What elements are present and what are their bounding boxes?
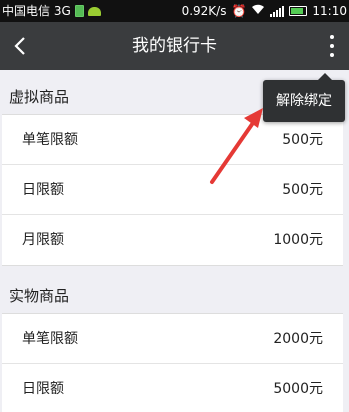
list-item: 月限额 1000元	[2, 215, 343, 265]
alarm-icon: ⏰	[231, 4, 247, 18]
limit-value: 500元	[282, 132, 323, 148]
limit-value: 2000元	[273, 331, 323, 347]
list-item: 日限额 500元	[2, 165, 343, 215]
more-menu-button[interactable]	[327, 35, 337, 57]
signal-icon	[270, 5, 285, 17]
clock: 11:10	[312, 4, 347, 18]
status-bar: 中国电信 3G 0.92K/s ⏰ 11:10	[0, 0, 349, 22]
android-icon	[87, 6, 101, 16]
list-item: 日限额 5000元	[2, 364, 343, 412]
limit-value: 500元	[282, 182, 323, 198]
list-item: 单笔限额 500元	[2, 115, 343, 165]
limits-card-physical: 单笔限额 2000元 日限额 5000元	[2, 313, 343, 412]
menu-item-unbind[interactable]: 解除绑定	[263, 80, 345, 122]
carrier-label: 中国电信 3G	[2, 4, 71, 18]
limit-label: 单笔限额	[22, 331, 78, 347]
nav-bar: 我的银行卡	[0, 22, 349, 70]
limit-label: 日限额	[22, 182, 64, 198]
list-item: 单笔限额 2000元	[2, 314, 343, 364]
net-speed: 0.92K/s	[181, 4, 227, 18]
popup-menu: 解除绑定	[263, 73, 345, 122]
limit-label: 单笔限额	[22, 132, 78, 148]
limit-value: 5000元	[273, 381, 323, 397]
limit-label: 日限额	[22, 381, 64, 397]
section-title-physical: 实物商品	[9, 287, 70, 305]
battery-icon	[289, 6, 308, 16]
more-vertical-icon	[330, 35, 334, 39]
page-title: 我的银行卡	[132, 36, 217, 56]
wifi-icon	[251, 0, 265, 22]
sim-icon	[74, 5, 84, 17]
limit-label: 月限额	[22, 232, 64, 248]
section-title-virtual: 虚拟商品	[9, 88, 70, 106]
limit-value: 1000元	[273, 232, 323, 248]
limits-card-virtual: 单笔限额 500元 日限额 500元 月限额 1000元	[2, 114, 343, 266]
